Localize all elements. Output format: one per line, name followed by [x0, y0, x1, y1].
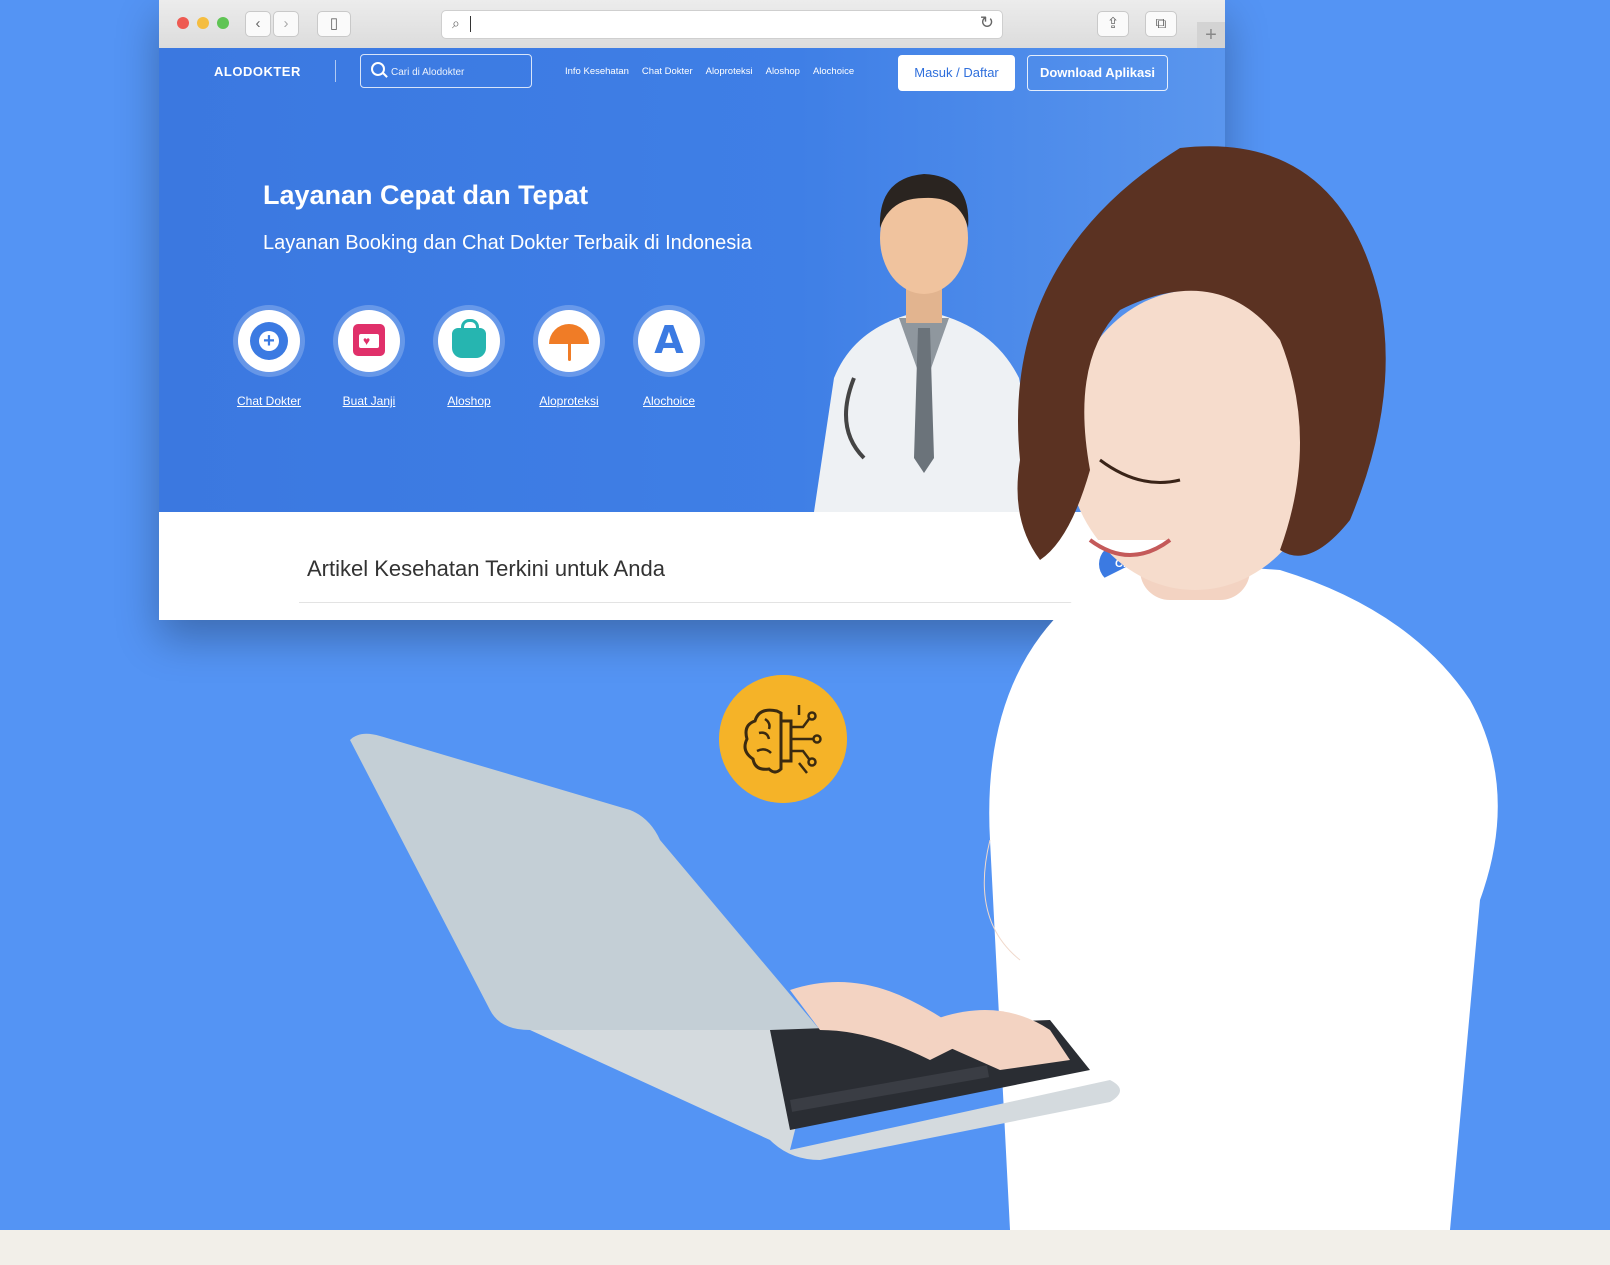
share-icon[interactable]: ⇪ — [1097, 11, 1129, 37]
search-icon: ⌕ — [452, 15, 460, 31]
nav-item-aloproteksi[interactable]: Aloproteksi — [706, 66, 753, 77]
service-label[interactable]: Aloproteksi — [519, 394, 619, 408]
alochoice-a-icon: A — [654, 318, 684, 362]
hero-subtitle: Layanan Booking dan Chat Dokter Terbaik … — [263, 232, 752, 254]
article-heading: Artikel Kesehatan Terkini untuk Anda — [307, 556, 665, 581]
nav-item-chat-dokter[interactable]: Chat Dokter — [642, 66, 693, 77]
maximize-window-button[interactable] — [217, 17, 229, 29]
service-aloshop[interactable]: Aloshop — [419, 310, 519, 408]
forward-icon[interactable]: › — [273, 11, 299, 37]
service-chat-dokter[interactable]: Chat Dokter — [219, 310, 319, 408]
site-logo[interactable]: ALODOKTER — [214, 64, 301, 79]
service-icon-circle — [338, 310, 400, 372]
site-search-input[interactable] — [389, 61, 523, 83]
article-divider — [299, 602, 1099, 603]
service-alochoice[interactable]: A Alochoice — [619, 310, 719, 408]
tabs-overview-icon[interactable]: ⧉ — [1145, 11, 1177, 37]
minimize-window-button[interactable] — [197, 17, 209, 29]
download-app-button[interactable]: Download Aplikasi — [1027, 55, 1168, 91]
service-label[interactable]: Chat Dokter — [219, 394, 319, 408]
site-search[interactable] — [360, 54, 532, 88]
service-buat-janji[interactable]: Buat Janji — [319, 310, 419, 408]
sidebar-icon[interactable]: ▯ — [317, 11, 351, 37]
chat-plus-icon — [250, 322, 288, 360]
search-icon — [371, 62, 385, 76]
header-divider — [335, 60, 336, 82]
service-label[interactable]: Alochoice — [619, 394, 719, 408]
hero-title: Layanan Cepat dan Tepat — [263, 180, 589, 210]
service-icon-circle — [538, 310, 600, 372]
site-nav: Info Kesehatan Chat Dokter Aloproteksi A… — [565, 66, 854, 77]
back-icon[interactable]: ‹ — [245, 11, 271, 37]
laptop-photo — [350, 733, 1120, 1160]
calendar-heart-icon — [353, 324, 385, 356]
bottom-strip — [0, 1230, 1610, 1265]
service-label[interactable]: Aloshop — [419, 394, 519, 408]
text-caret — [470, 16, 471, 32]
login-button[interactable]: Masuk / Daftar — [898, 55, 1015, 91]
close-window-button[interactable] — [177, 17, 189, 29]
new-tab-icon[interactable]: + — [1197, 22, 1225, 48]
shopping-bag-icon — [452, 319, 486, 358]
nav-item-alochoice[interactable]: Alochoice — [813, 66, 854, 77]
umbrella-icon — [549, 324, 589, 361]
browser-toolbar: ‹ › ▯ ⌕ ↻ ⇪ ⧉ + — [159, 0, 1225, 49]
reload-icon[interactable]: ↻ — [980, 13, 994, 33]
address-bar[interactable]: ⌕ ↻ — [441, 10, 1003, 39]
nav-item-aloshop[interactable]: Aloshop — [766, 66, 800, 77]
service-icon-circle: A — [638, 310, 700, 372]
service-label[interactable]: Buat Janji — [319, 394, 419, 408]
service-icon-circle — [238, 310, 300, 372]
nav-item-info-kesehatan[interactable]: Info Kesehatan — [565, 66, 629, 77]
service-aloproteksi[interactable]: Aloproteksi — [519, 310, 619, 408]
service-icon-circle — [438, 310, 500, 372]
